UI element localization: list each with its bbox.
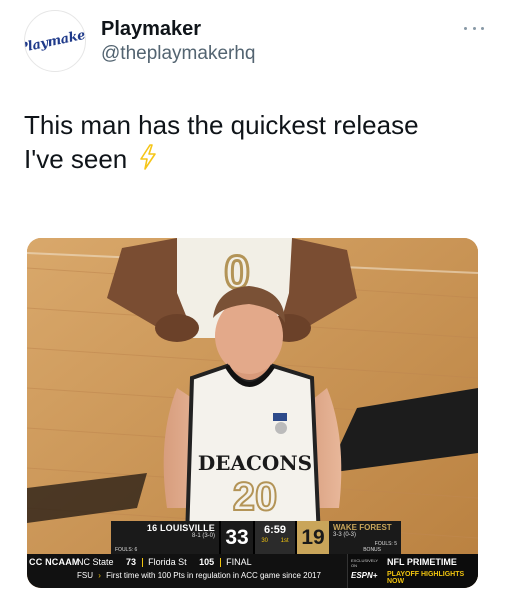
clock-details: 30 1st — [255, 538, 295, 544]
ad-exclusive-text: EXCLUSIVELY ON — [351, 558, 378, 568]
chevron-right-icon: › — [98, 571, 101, 580]
ticker-ad: EXCLUSIVELY ON ESPN+ NFL PRIMETIME PLAYO… — [347, 554, 478, 588]
home-team-bonus: BONUS — [363, 547, 381, 553]
jersey-number: 20 — [233, 475, 278, 519]
home-team-panel: WAKE FOREST 3-3 (0-3) FOULS: 5 BONUS — [329, 521, 401, 555]
ticker-note-text: First time with 100 Pts in regulation in… — [106, 571, 321, 580]
tweet-media-image[interactable]: 0 DEACONS 20 16 LOUISVILLE 8-1 (3-0) FOU… — [27, 238, 478, 588]
avatar[interactable]: Playmaker — [24, 10, 86, 72]
away-team-fouls: FOULS: 6 — [115, 547, 138, 553]
scorebug: 16 LOUISVILLE 8-1 (3-0) FOULS: 6 33 6:59… — [111, 521, 401, 555]
jersey-text: DEACONS — [198, 451, 312, 475]
ticker-team1: NC State — [77, 557, 114, 567]
espn-plus-logo: ESPN+ — [351, 571, 378, 580]
user-handle[interactable]: @theplaymakerhq — [101, 43, 255, 65]
lightning-bolt-icon — [139, 144, 157, 178]
away-team-label: LOUISVILLE — [159, 523, 215, 533]
ticker-score1: 73 — [126, 557, 137, 567]
display-name[interactable]: Playmaker — [101, 18, 201, 41]
tweet-text: This man has the quickest release I've s… — [24, 108, 484, 178]
shot-clock: 30 — [261, 538, 268, 544]
home-team-name: WAKE FOREST — [333, 523, 392, 532]
ticker-note-team: FSU — [77, 571, 93, 580]
away-team-rank: 16 — [146, 523, 158, 533]
away-team-name: 16 LOUISVILLE — [115, 523, 215, 533]
ticker-score2: 105 — [199, 557, 215, 567]
avatar-logo: Playmaker — [24, 25, 86, 57]
ticker-label: CC NCAAM — [29, 557, 80, 567]
clock-time: 6:59 — [263, 524, 287, 536]
tweet-text-line2: I've seen — [24, 142, 484, 178]
ellipsis-icon — [464, 26, 467, 30]
game-period: 1st — [280, 538, 289, 544]
ticker-scoreline: NC State 73 Florida St 105 FINAL — [77, 557, 252, 568]
ticker-team2: Florida St — [148, 557, 187, 567]
game-clock: 6:59 30 1st — [253, 521, 295, 555]
tweet-text-line1: This man has the quickest release — [24, 110, 419, 140]
ellipsis-dot — [481, 26, 484, 30]
ticker-note: FSU › First time with 100 Pts in regulat… — [77, 571, 321, 580]
ad-title: NFL PRIMETIME — [387, 557, 457, 567]
ticker-status: FINAL — [226, 557, 252, 567]
ad-subtitle: PLAYOFF HIGHLIGHTS NOW — [387, 571, 465, 585]
home-team-score: 19 — [295, 521, 329, 555]
away-team-record: 8-1 (3-0) — [191, 533, 215, 539]
more-options-button[interactable] — [460, 20, 488, 36]
tweet-text-line2-text: I've seen — [24, 144, 128, 174]
ticker-separator — [141, 558, 143, 568]
home-team-record: 3-3 (0-3) — [333, 532, 357, 538]
score-ticker: CC NCAAM NC State 73 Florida St 105 FINA… — [27, 554, 478, 588]
away-team-score: 33 — [219, 521, 253, 555]
away-team-panel: 16 LOUISVILLE 8-1 (3-0) FOULS: 6 — [111, 521, 219, 555]
ticker-separator — [219, 558, 221, 568]
ellipsis-dot — [472, 26, 476, 30]
